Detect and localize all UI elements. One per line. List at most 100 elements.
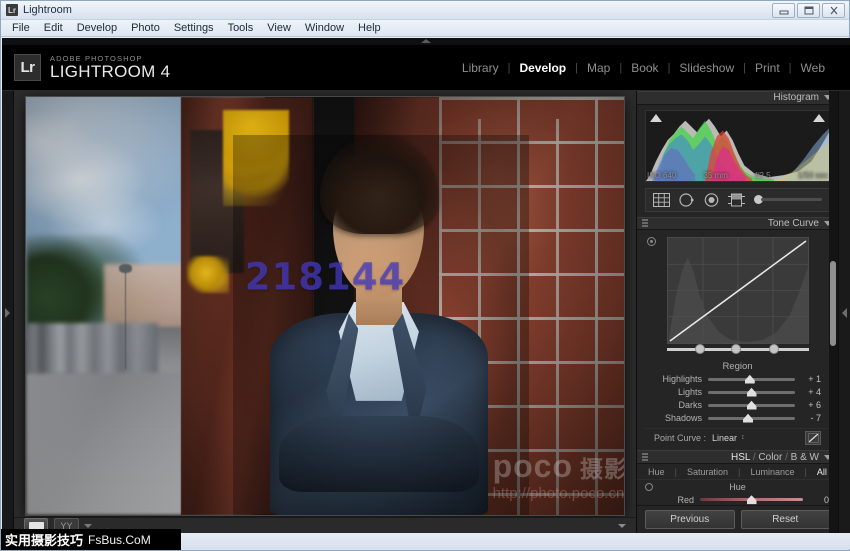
slider-row-highlights: Highlights + 1 xyxy=(645,373,830,385)
slider-track-shadows[interactable] xyxy=(708,413,795,423)
previous-button[interactable]: Previous xyxy=(645,510,735,530)
crop-overlay-tool-icon[interactable] xyxy=(653,192,670,207)
point-curve-row: Point Curve : Linear ↕ xyxy=(645,428,830,446)
center-column: 218144 poco摄影专题 http://photo.poco.cn/ Y xyxy=(14,91,636,534)
slider-track-red[interactable] xyxy=(700,495,803,505)
targeted-adjustment-tool-icon[interactable] xyxy=(647,237,656,247)
tone-curve-handle-lights[interactable] xyxy=(768,344,779,355)
hsl-title-sep2: / xyxy=(785,451,788,463)
minimize-button[interactable] xyxy=(772,3,795,18)
menu-view[interactable]: View xyxy=(260,21,298,35)
slider-track-lights[interactable] xyxy=(708,387,795,397)
highlight-clipping-icon[interactable] xyxy=(813,113,825,122)
menu-edit[interactable]: Edit xyxy=(37,21,70,35)
slider-track-darks[interactable] xyxy=(708,400,795,410)
histogram-panel-title: Histogram xyxy=(773,92,819,104)
scrollbar-thumb[interactable] xyxy=(830,261,836,346)
brush-size-track[interactable] xyxy=(761,198,822,202)
panel-switch-icon[interactable] xyxy=(642,219,648,228)
module-print[interactable]: Print xyxy=(746,61,789,75)
fsbus-watermark-en: FsBus.CoM xyxy=(88,532,151,547)
toolbar-options-chevron-icon[interactable] xyxy=(618,523,626,528)
hsl-tab-row: Hue | Saturation | Luminance | All xyxy=(637,464,838,481)
slider-knob-lights[interactable] xyxy=(746,387,757,397)
slider-value-shadows[interactable]: - 7 xyxy=(795,413,821,423)
loupe-photo[interactable]: 218144 poco摄影专题 http://photo.poco.cn/ xyxy=(26,97,624,515)
red-eye-correction-tool-icon[interactable] xyxy=(704,192,719,207)
left-panel-collapse-bar[interactable] xyxy=(2,91,14,534)
hsl-tab-saturation[interactable]: Saturation xyxy=(687,467,728,477)
window-titlebar: Lr Lightroom xyxy=(1,1,849,20)
hsl-title-hsl[interactable]: HSL xyxy=(731,452,750,463)
hsl-panel-header[interactable]: HSL / Color / B & W xyxy=(637,450,838,465)
lightroom-shell: Lr ADOBE PHOTOSHOP LIGHTROOM 4 Library |… xyxy=(2,38,850,534)
tone-curve-region-handles xyxy=(666,344,809,355)
slider-knob-shadows[interactable] xyxy=(743,413,754,423)
shadow-clipping-icon[interactable] xyxy=(650,113,662,122)
reset-button[interactable]: Reset xyxy=(740,510,830,530)
histogram-panel-body: ISO 640 35 mm f/2.5 1/50 sec xyxy=(637,104,838,184)
hsl-title-bw[interactable]: B & W xyxy=(791,452,819,463)
hsl-title-color[interactable]: Color xyxy=(758,452,782,463)
tone-curve-graph[interactable] xyxy=(666,237,809,345)
spot-removal-tool-icon[interactable] xyxy=(679,193,695,207)
module-map[interactable]: Map xyxy=(578,61,619,75)
hsl-panel-title: HSL / Color / B & W xyxy=(731,452,819,463)
module-slideshow[interactable]: Slideshow xyxy=(670,61,743,75)
slider-track-highlights[interactable] xyxy=(708,374,795,384)
point-curve-updown-icon[interactable]: ↕ xyxy=(741,434,745,441)
tab-divider: | xyxy=(674,466,677,477)
identity-plate[interactable]: Lr ADOBE PHOTOSHOP LIGHTROOM 4 xyxy=(14,54,170,81)
point-curve-value[interactable]: Linear xyxy=(712,433,737,443)
slider-value-darks[interactable]: + 6 xyxy=(795,400,821,410)
menu-file[interactable]: File xyxy=(5,21,37,35)
chevron-down-icon[interactable] xyxy=(84,523,92,528)
menu-develop[interactable]: Develop xyxy=(70,21,124,35)
develop-tool-strip xyxy=(645,187,830,212)
targeted-adjustment-tool-icon[interactable] xyxy=(645,483,653,492)
menu-help[interactable]: Help xyxy=(351,21,388,35)
module-web[interactable]: Web xyxy=(792,61,834,75)
slider-knob-red[interactable] xyxy=(746,495,757,505)
menu-settings[interactable]: Settings xyxy=(167,21,221,35)
top-panel-collapse-bar[interactable] xyxy=(2,38,850,45)
tab-divider: | xyxy=(738,466,741,477)
panel-switch-icon[interactable] xyxy=(642,453,648,462)
graduated-filter-tool-icon[interactable] xyxy=(728,193,745,207)
brand-line-2: LIGHTROOM 4 xyxy=(50,61,171,81)
region-label: Region xyxy=(722,361,753,373)
hsl-tab-all[interactable]: All xyxy=(817,467,827,477)
exif-aperture: f/2.5 xyxy=(755,170,771,180)
tone-curve-panel-header[interactable]: Tone Curve xyxy=(637,216,838,231)
menu-tools[interactable]: Tools xyxy=(221,21,261,35)
hsl-tab-luminance[interactable]: Luminance xyxy=(750,467,794,477)
menu-window[interactable]: Window xyxy=(298,21,351,35)
menu-photo[interactable]: Photo xyxy=(124,21,167,35)
tone-curve-handle-shadows[interactable] xyxy=(694,344,705,355)
tone-curve-handle-darks[interactable] xyxy=(730,344,741,355)
hsl-section-label: Hue xyxy=(729,481,746,492)
slider-row-shadows: Shadows - 7 xyxy=(645,412,830,424)
slider-value-red[interactable]: 0 xyxy=(803,495,829,505)
module-book[interactable]: Book xyxy=(622,61,667,75)
right-panel-collapse-bar[interactable] xyxy=(838,91,850,534)
slider-value-highlights[interactable]: + 1 xyxy=(795,374,821,384)
edit-point-curve-button[interactable] xyxy=(805,430,821,445)
fsbus-watermark: 实用摄影技巧 FsBus.CoM xyxy=(1,529,181,550)
adjustment-brush-slider[interactable] xyxy=(754,195,822,205)
close-button[interactable] xyxy=(822,3,845,18)
exif-iso: ISO 640 xyxy=(647,170,677,180)
slider-value-lights[interactable]: + 4 xyxy=(795,387,821,397)
tab-divider: | xyxy=(804,466,807,477)
slider-knob-highlights[interactable] xyxy=(744,374,755,384)
maximize-button[interactable] xyxy=(797,3,820,18)
module-library[interactable]: Library xyxy=(453,61,508,75)
module-develop[interactable]: Develop xyxy=(510,61,575,75)
slider-row-darks: Darks + 6 xyxy=(645,399,830,411)
right-panel-footer: Previous Reset xyxy=(637,505,838,534)
slider-knob-darks[interactable] xyxy=(746,400,757,410)
histogram-panel-header[interactable]: Histogram xyxy=(637,91,838,105)
right-panel-scrollbar[interactable] xyxy=(829,91,838,534)
main-body: 218144 poco摄影专题 http://photo.poco.cn/ Y xyxy=(2,91,850,534)
hsl-tab-hue[interactable]: Hue xyxy=(648,467,665,477)
